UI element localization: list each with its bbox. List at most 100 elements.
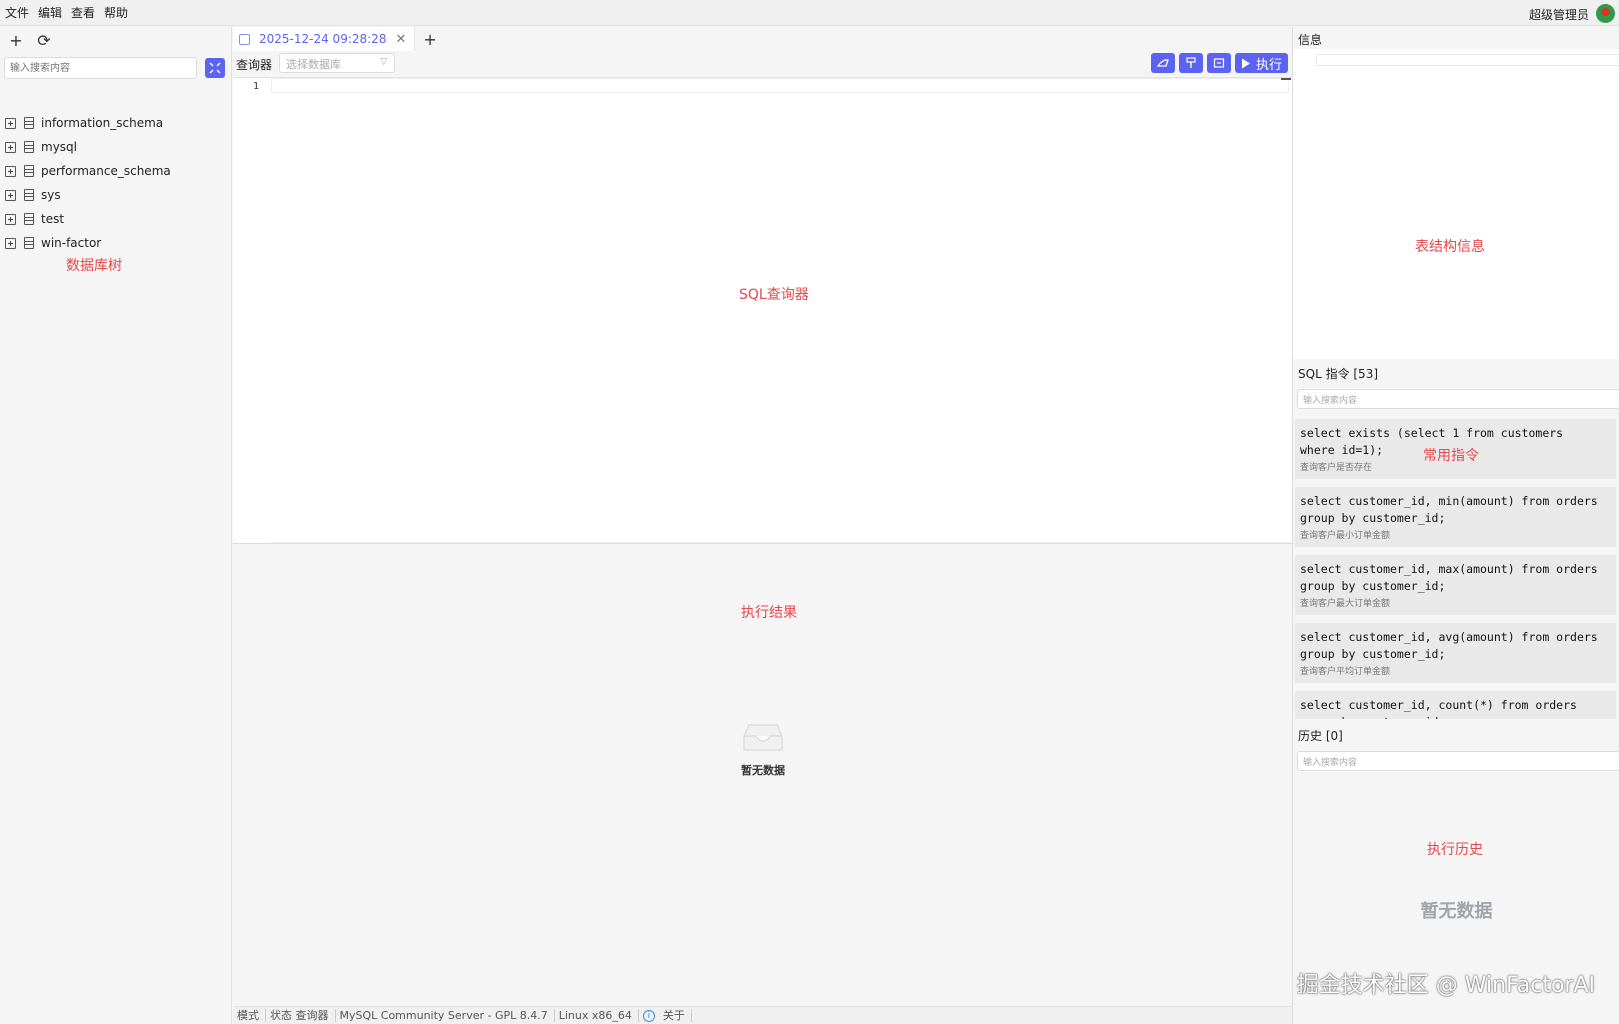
- tree-node-label: performance_schema: [41, 164, 171, 178]
- info-title: 信息: [1298, 33, 1323, 47]
- database-tree: information_schema mysql performance_sch…: [0, 111, 232, 255]
- status-bar: 模式 状态 查询器 MySQL Community Server - GPL 8…: [233, 1006, 1292, 1024]
- tree-node-information-schema[interactable]: information_schema: [0, 111, 232, 135]
- history-empty-text: 暂无数据: [1420, 901, 1493, 922]
- database-select-placeholder: 选择数据库: [286, 58, 341, 71]
- tab-label: 2025-12-24 09:28:28: [259, 32, 387, 46]
- results-empty-text: 暂无数据: [741, 764, 785, 777]
- expand-icon[interactable]: [5, 141, 16, 153]
- sql-editor[interactable]: 1 SQL查询器: [233, 77, 1292, 543]
- tree-node-label: sys: [41, 188, 61, 202]
- chevron-down-icon: ▽: [380, 57, 387, 67]
- tree-node-performance-schema[interactable]: performance_schema: [0, 159, 232, 183]
- database-icon: [24, 189, 34, 201]
- editor-scroll-marker[interactable]: [1281, 78, 1291, 80]
- tree-node-mysql[interactable]: mysql: [0, 135, 232, 159]
- annotation-commands: 常用指令: [1423, 448, 1479, 464]
- table-info-box: [1316, 54, 1619, 66]
- tab-query[interactable]: 2025-12-24 09:28:28 ✕: [233, 27, 416, 51]
- expand-icon[interactable]: [5, 237, 16, 249]
- commands-search-placeholder: 输入搜索内容: [1303, 396, 1358, 406]
- history-search-placeholder: 输入搜索内容: [1303, 758, 1358, 768]
- save-icon: [1213, 58, 1225, 68]
- annotation-sql-editor: SQL查询器: [739, 287, 809, 303]
- status-mode: 模式: [233, 1009, 266, 1022]
- user-name[interactable]: 超级管理员: [1529, 6, 1589, 23]
- menu-edit[interactable]: 编辑: [33, 4, 66, 21]
- command-item[interactable]: select customer_id, min(amount) from ord…: [1295, 487, 1616, 547]
- expand-icon[interactable]: [5, 117, 16, 129]
- play-icon: [1241, 58, 1250, 68]
- tree-node-label: win-factor: [41, 236, 102, 250]
- database-icon: [24, 165, 34, 177]
- status-state: 状态 查询器: [266, 1009, 336, 1022]
- command-desc: 查询客户最大订单金额: [1300, 599, 1391, 609]
- command-code: select customer_id, count(*) from orders…: [1300, 698, 1577, 719]
- add-tab-icon[interactable]: +: [423, 30, 436, 49]
- execute-label: 执行: [1255, 57, 1282, 73]
- command-code: select customer_id, min(amount) from ord…: [1300, 494, 1598, 525]
- annotation-database-tree: 数据库树: [66, 258, 122, 274]
- about-link[interactable]: 关于: [659, 1009, 692, 1022]
- tree-node-win-factor[interactable]: win-factor: [0, 231, 232, 255]
- command-desc: 查询客户最小订单金额: [1300, 531, 1391, 541]
- command-code: select customer_id, max(amount) from ord…: [1300, 562, 1598, 593]
- info-icon[interactable]: i: [642, 1009, 655, 1022]
- expand-icon[interactable]: [5, 189, 16, 201]
- query-label: 查询器: [236, 58, 273, 72]
- database-select[interactable]: 选择数据库 ▽: [279, 53, 395, 73]
- annotation-history: 执行历史: [1427, 842, 1483, 858]
- save-button[interactable]: [1206, 53, 1231, 73]
- query-toolbar: 查询器 选择数据库 ▽ 执行: [233, 53, 1292, 75]
- query-action-buttons: 执行: [1150, 53, 1288, 73]
- add-connection-icon[interactable]: +: [8, 31, 24, 50]
- expand-icon[interactable]: [5, 213, 16, 225]
- database-icon: [24, 117, 34, 129]
- collapse-icon: [209, 62, 221, 74]
- command-item[interactable]: select customer_id, avg(amount) from ord…: [1295, 623, 1616, 683]
- menu-help[interactable]: 帮助: [99, 4, 132, 21]
- edit-icon: [239, 33, 250, 45]
- collapse-all-button[interactable]: [205, 58, 225, 78]
- command-desc: 查询客户平均订单金额: [1300, 667, 1391, 677]
- tree-node-label: test: [41, 212, 65, 226]
- status-platform: Linux x86_64: [555, 1009, 639, 1022]
- current-line[interactable]: [271, 78, 1289, 93]
- line-number: 1: [253, 81, 260, 92]
- watermark: 掘金技术社区 @ WinFactorAI: [1296, 973, 1595, 998]
- sidebar-search: [4, 57, 228, 79]
- command-item[interactable]: select customer_id, count(*) from orders…: [1295, 691, 1616, 719]
- line-gutter: 1: [233, 78, 271, 543]
- format-button[interactable]: [1178, 53, 1203, 73]
- tree-node-label: information_schema: [41, 116, 164, 130]
- right-panel: 信息 表结构信息 SQL 指令 [53] 输入搜索内容 select exist…: [1292, 27, 1619, 1024]
- sidebar-search-input[interactable]: [4, 57, 197, 79]
- format-brush-icon: [1186, 57, 1196, 68]
- command-item[interactable]: select customer_id, max(amount) from ord…: [1295, 555, 1616, 615]
- annotation-results: 执行结果: [741, 605, 797, 621]
- execute-button[interactable]: 执行: [1234, 53, 1288, 73]
- close-icon[interactable]: ✕: [395, 32, 406, 47]
- query-workspace: 2025-12-24 09:28:28 ✕ + 查询器 选择数据库 ▽ 执行 1…: [233, 27, 1292, 1024]
- results-panel: 执行结果 暂无数据: [233, 543, 1292, 1006]
- database-sidebar: + ⟳ information_schema mysql performance…: [0, 27, 232, 1024]
- menu-view[interactable]: 查看: [66, 4, 99, 21]
- clean-button[interactable]: [1150, 53, 1175, 73]
- menu-bar: 文件 编辑 查看 帮助 超级管理员: [0, 0, 1619, 26]
- tree-node-label: mysql: [41, 140, 77, 154]
- tree-node-test[interactable]: test: [0, 207, 232, 231]
- sidebar-toolbar: + ⟳: [0, 29, 231, 51]
- tree-node-sys[interactable]: sys: [0, 183, 232, 207]
- menu-file[interactable]: 文件: [0, 4, 33, 21]
- history-search-input[interactable]: 输入搜索内容: [1297, 751, 1619, 771]
- commands-search-input[interactable]: 输入搜索内容: [1297, 389, 1619, 409]
- annotation-table-info: 表结构信息: [1415, 239, 1485, 255]
- refresh-icon[interactable]: ⟳: [36, 31, 52, 50]
- editor-tab-bar: 2025-12-24 09:28:28 ✕ +: [233, 27, 1292, 51]
- database-icon: [24, 141, 34, 153]
- history-title: 历史 [0]: [1298, 729, 1343, 743]
- status-server: MySQL Community Server - GPL 8.4.7: [336, 1009, 555, 1022]
- command-code: select customer_id, avg(amount) from ord…: [1300, 630, 1598, 661]
- expand-icon[interactable]: [5, 165, 16, 177]
- user-avatar-icon[interactable]: [1596, 4, 1615, 23]
